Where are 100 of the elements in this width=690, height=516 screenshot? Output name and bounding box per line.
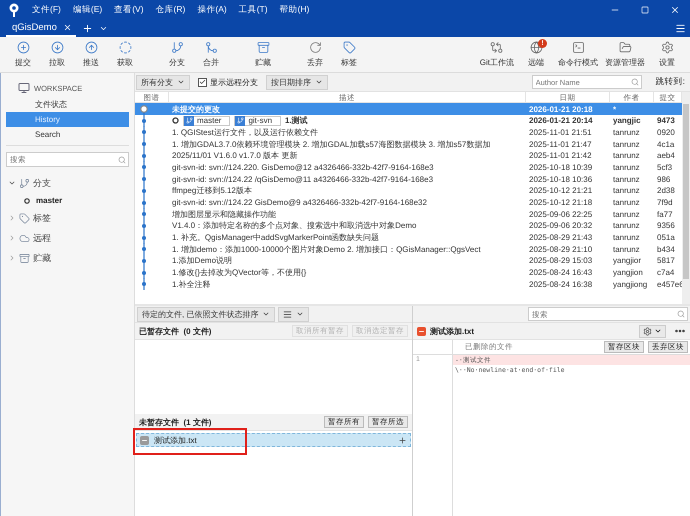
commit-date: 2025-11-01 21:47 [528,140,593,149]
branch-item[interactable]: master [36,196,62,205]
commit-author: tanrunz [612,162,641,172]
commit-row[interactable]: 1. QGIStest运行文件，以及运行依赖文件 2025-11-01 21:51 tanrunz 0920 [135,126,682,138]
menu-item[interactable]: 查看(V) [114,4,144,16]
file-name: 测试添加.txt [154,434,198,446]
commit-message: ffmpeg迁移到5.12版本 [172,185,252,196]
toolbar-button[interactable]: 设置 [650,41,684,68]
commit-hash: 986 [656,174,672,184]
pane-title: 已暂存文件 (0 文件) [139,326,212,336]
commit-author: * [612,104,618,114]
menu-item[interactable]: 编辑(E) [72,4,102,16]
sort-dropdown[interactable]: 按日期排序 [266,74,328,90]
commit-row[interactable]: 1.添加Demo说明 2025-08-29 15:03 yangjior 5817 [135,254,682,267]
toolbar-button[interactable]: 命令行模式 [556,41,600,68]
menu-item[interactable]: 操作(A) [197,4,227,16]
stage-file-button[interactable] [398,436,407,444]
commit-date: 2025-08-24 16:43 [528,268,594,278]
arrow-up-icon [84,41,98,54]
terminal-icon [572,41,584,54]
sidebar-section[interactable]: 贮藏 [33,252,51,264]
toolbar-button[interactable]: 贮藏 [246,41,280,68]
commit-row[interactable]: 1. 增加GDAL3.7.0依赖环境管理模块 2. 增加GDAL加载s57海图数据模块 3. 增加s57数据加 2025-11-01 21:47 tanrunz 4c1a [135,138,682,150]
globe-icon [530,41,542,54]
branch-icon [236,117,244,124]
commit-message: 1. 增加GDAL3.7.0依赖环境管理模块 2. 增加GDAL加载s57海图数据模块 3. 增加s57数据加 [172,138,490,150]
commit-row[interactable]: 2025/11/01 V1.6.0 v1.7.0 版本 更新 2025-11-01 21:42 tanrunz aeb4 [135,150,682,162]
sidebar-section[interactable]: 远程 [33,232,51,244]
commit-row[interactable]: master git-svn 1.测试 2026-01-21 20:14 yangjic 9473 [135,114,682,126]
tag-icon [342,41,356,54]
menu-item[interactable]: 文件(F) [32,4,61,16]
toolbar-button[interactable]: 资源管理器 [603,41,647,68]
branch-filter-dropdown[interactable]: 所有分支 [136,74,190,90]
branch-icon [19,178,30,188]
commit-row[interactable]: 1. 增加demo：添加1000-10000个图片对象Demo 2. 增加接口：QGisManager::QgsVect 2025-08-29 21:10 tanrunz b434 [135,243,682,255]
caret-icon [654,327,662,335]
commit-row[interactable]: git-svn-id: svn://124.220. GisDemo@12 a4326466-332b-42f7-9164-168e3 2025-10-18 10:39 tanrunz 5cf3 [135,161,682,174]
commit-row[interactable]: 1. 补充。QgisManager中addSvgMarkerPoint函数缺失问题 2025-08-29 21:43 tanrunz 051a [135,232,682,244]
settings-dropdown[interactable] [639,324,666,338]
menu-item[interactable]: 仓库(R) [156,4,186,16]
commit-message: 1.修改{}去掉改为QVector等，不使用{} [172,267,306,278]
expand-icon[interactable] [8,179,16,187]
commit-row[interactable]: git-svn-id: svn://124.22 GisDemo@9 a4326466-332b-42f7-9164-168e32 2025-10-12 21:18 tanrunz 7f9d [135,196,682,208]
commit-date: 2025-08-29 21:43 [528,233,594,242]
sidebar-item[interactable]: Search [6,127,129,142]
toolbar-button[interactable]: 丢弃 [298,41,332,68]
commit-author: tanrunz [612,198,641,207]
commit-author: tanrunz [612,151,641,160]
commit-date: 2025-10-12 21:18 [528,198,594,207]
commit-hash: 4c1a [656,140,676,149]
commit-author: tanrunz [612,186,641,196]
checkbox-label: 显示远程分支 [210,76,258,88]
menu-item[interactable]: 工具(T) [238,4,268,16]
sidebar-section[interactable]: 标签 [33,212,51,224]
toolbar-button[interactable]: 合并 [194,41,228,68]
commit-message: 未提交的更改 [172,104,220,114]
commit-author: yangjic [612,116,642,126]
caret-icon [296,310,304,318]
commit-message: 1. 补充。QgisManager中addSvgMarkerPoint函数缺失问题 [172,232,380,244]
cloud-icon [19,232,30,244]
commit-author: tanrunz [612,233,641,242]
scrollbar[interactable] [682,92,690,304]
app-logo-icon [8,3,20,17]
commit-row[interactable]: git-svn-id: svn://124.22 /qGisDemo@11 a4326466-332b-42f7-9164-168e3 2025-10-18 10:36 tanrunz 986 [135,173,682,185]
toolbar-button[interactable]: 提交 [6,41,40,68]
sidebar-section[interactable]: 分支 [33,176,51,190]
arrow-down-icon [50,41,64,54]
toolbar-button[interactable]: 拉取 [40,41,74,68]
commit-message: 1. QGIStest运行文件，以及运行依赖文件 [172,126,318,138]
toolbar-button[interactable]: Git工作流 [478,41,516,68]
commit-message: 1. 增加demo：添加1000-10000个图片对象Demo 2. 增加接口：QGisManager::QgsVect [172,244,481,255]
sidebar-item[interactable]: 文件状态 [6,97,129,112]
menu-icon[interactable] [675,23,686,34]
caret-icon [177,78,185,86]
file-sort-dropdown[interactable]: 待定的文件, 已依照文件状态排序 [137,306,276,322]
maximize-icon [641,6,649,14]
commit-row[interactable]: V1.4.0：添加特定名称的多个点对象、搜索选中和取消选中对象Demo 2025-09-06 20:32 tanrunz 9356 [135,220,682,232]
commit-hash: 7f9d [656,198,674,207]
toolbar-button[interactable]: 分支 [160,41,194,68]
commit-date: 2025-09-06 20:32 [528,221,594,230]
caret-icon[interactable] [98,24,108,33]
commit-row[interactable]: 增加图层显示和隐藏操作功能 2025-09-06 22:25 tanrunz fa77 [135,208,682,220]
box-icon [19,252,30,264]
menu-item[interactable]: 帮助(H) [280,4,310,16]
add-tab-icon[interactable] [82,23,93,34]
toolbar-button[interactable]: 获取 [108,41,142,68]
view-mode-dropdown[interactable] [278,306,310,322]
toolbar-button[interactable]: 推送 [74,41,108,68]
commit-author: yangjiong [612,280,648,289]
checkbox[interactable] [198,78,207,86]
commit-hash: 0920 [656,128,676,137]
toolbar-button[interactable]: 标签 [332,41,366,68]
commit-row[interactable]: 1.修改{}去掉改为QVector等，不使用{} 2025-08-24 16:43 yangjion c7a4 [135,266,682,278]
search-icon [630,78,639,86]
file-row[interactable]: 测试添加.txt [136,433,411,447]
commit-row[interactable]: ffmpeg迁移到5.12版本 2025-10-12 21:21 tanrunz 2d38 [135,184,682,196]
repo-tab[interactable]: qGisDemo [6,20,76,37]
close-icon[interactable] [62,23,72,32]
commit-author: tanrunz [612,128,641,137]
commit-author: tanrunz [612,174,641,184]
